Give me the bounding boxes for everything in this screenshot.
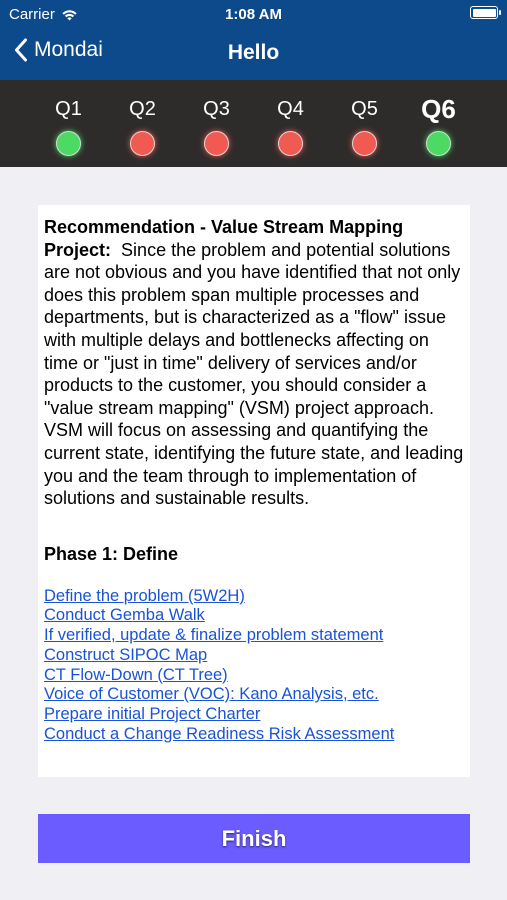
recommendation-card: Recommendation - Value Stream Mapping Pr… bbox=[38, 205, 470, 777]
chevron-left-icon bbox=[15, 38, 27, 62]
question-label: Q4 bbox=[277, 98, 304, 120]
question-tab-q2[interactable]: Q2 bbox=[121, 80, 165, 167]
link-problem-statement[interactable]: If verified, update & finalize problem s… bbox=[44, 626, 465, 646]
link-sipoc-map[interactable]: Construct SIPOC Map bbox=[44, 646, 465, 666]
status-dot bbox=[204, 131, 229, 156]
phase-link-list: Define the problem (5W2H) Conduct Gemba … bbox=[44, 587, 465, 745]
question-label: Q5 bbox=[351, 98, 378, 120]
link-project-charter[interactable]: Prepare initial Project Charter bbox=[44, 705, 465, 725]
status-dot bbox=[278, 131, 303, 156]
status-time: 1:08 AM bbox=[225, 6, 282, 23]
question-label: Q3 bbox=[203, 98, 230, 120]
link-change-readiness[interactable]: Conduct a Change Readiness Risk Assessme… bbox=[44, 725, 465, 745]
status-bar: Carrier 1:08 AM bbox=[0, 0, 507, 30]
question-label: Q2 bbox=[129, 98, 156, 120]
back-button[interactable]: Mondai bbox=[14, 38, 103, 62]
back-button-label: Mondai bbox=[34, 38, 103, 61]
question-tab-q1[interactable]: Q1 bbox=[47, 80, 91, 167]
question-tab-q6[interactable]: Q6 bbox=[417, 80, 461, 167]
question-label: Q1 bbox=[55, 98, 82, 120]
question-label: Q6 bbox=[421, 94, 456, 124]
phase-title: Phase 1: Define bbox=[44, 543, 179, 564]
status-dot bbox=[352, 131, 377, 156]
status-dot bbox=[130, 131, 155, 156]
question-tab-q5[interactable]: Q5 bbox=[343, 80, 387, 167]
question-tab-q4[interactable]: Q4 bbox=[269, 80, 313, 167]
link-define-problem[interactable]: Define the problem (5W2H) bbox=[44, 587, 465, 607]
link-ct-flow-down[interactable]: CT Flow-Down (CT Tree) bbox=[44, 666, 465, 686]
question-progress-strip: Q1 Q2 Q3 Q4 Q5 Q6 bbox=[0, 80, 507, 167]
finish-button[interactable]: Finish bbox=[38, 814, 470, 863]
question-tab-q3[interactable]: Q3 bbox=[195, 80, 239, 167]
recommendation-body: Since the problem and potential solution… bbox=[44, 239, 464, 509]
battery-icon bbox=[470, 6, 501, 19]
status-dot bbox=[56, 131, 81, 156]
link-voice-of-customer[interactable]: Voice of Customer (VOC): Kano Analysis, … bbox=[44, 685, 465, 705]
link-gemba-walk[interactable]: Conduct Gemba Walk bbox=[44, 606, 465, 626]
status-dot bbox=[426, 131, 451, 156]
recommendation-text: Recommendation - Value Stream Mapping Pr… bbox=[44, 216, 465, 510]
navigation-bar: Mondai Hello bbox=[0, 30, 507, 80]
